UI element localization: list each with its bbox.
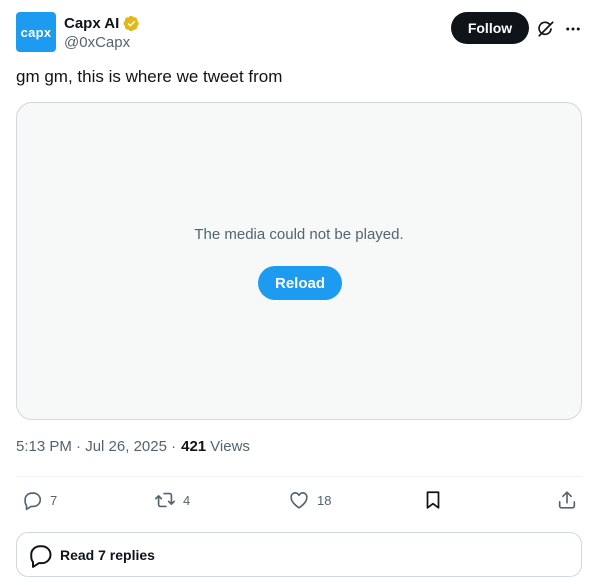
retweet-icon [155,492,175,508]
share-icon [558,491,576,509]
views-label: Views [210,438,250,455]
tweet-text: gm gm, this is where we tweet from [16,67,283,86]
bookmark-icon [426,491,440,509]
verified-badge-icon [123,15,140,31]
heart-icon [290,492,308,509]
tweet-date[interactable]: Jul 26, 2025 [85,438,167,455]
tweet-meta: 5:13 PM · Jul 26, 2025 · 421 Views [16,438,250,455]
display-name-row: Capx AI [64,13,140,33]
share-button[interactable] [556,489,578,511]
retweet-count: 4 [183,492,191,508]
retweet-button[interactable]: 4 [154,489,190,511]
meta-separator: · [71,438,86,455]
handle[interactable]: @0xCapx [64,34,140,51]
more-icon[interactable] [562,18,584,40]
avatar-text: capx [20,24,52,40]
reply-icon [30,544,52,568]
avatar[interactable]: capx [16,12,56,52]
reload-button[interactable]: Reload [258,266,342,300]
tweet-header: capx Capx AI @0xCapx Follow [16,12,582,52]
media-error-message: The media could not be played. [194,226,404,243]
bookmark-button[interactable] [422,489,444,511]
author-names: Capx AI @0xCapx [64,13,140,51]
grok-glyph [538,21,554,37]
follow-button[interactable]: Follow [451,12,529,44]
views-count: 421 [181,438,207,455]
like-button[interactable]: 18 [288,489,331,511]
display-name[interactable]: Capx AI [64,15,119,32]
reply-button[interactable]: 7 [21,489,57,511]
read-replies-label: Read 7 replies [60,546,155,563]
read-replies-button[interactable]: Read 7 replies [16,532,582,577]
more-glyph [566,27,580,31]
media-container[interactable]: The media could not be played. Reload [16,102,582,420]
reply-count: 7 [50,492,58,508]
reply-icon [24,492,42,511]
like-count: 18 [317,492,332,508]
tweet-time[interactable]: 5:13 PM [16,438,72,455]
grok-icon[interactable] [535,18,557,40]
meta-separator: · [166,438,177,455]
action-bar: 7 4 18 [16,476,582,526]
